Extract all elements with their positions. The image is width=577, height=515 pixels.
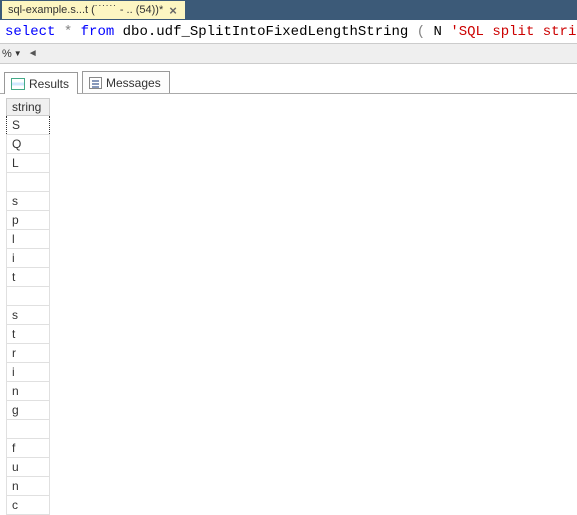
document-tab-bar: sql-example.s...t (˙˙˙˙˙˙ - .. (54))* ×: [0, 0, 577, 20]
table-row[interactable]: t: [7, 268, 50, 287]
cell-value: [7, 173, 50, 192]
table-row[interactable]: [7, 420, 50, 439]
cell-value: t: [7, 268, 50, 287]
tab-messages[interactable]: Messages: [82, 71, 170, 93]
table-row[interactable]: g: [7, 401, 50, 420]
cell-value: i: [7, 363, 50, 382]
close-icon[interactable]: ×: [169, 3, 177, 18]
n-prefix: N: [434, 24, 442, 40]
table-row[interactable]: n: [7, 477, 50, 496]
column-header-string[interactable]: string: [7, 99, 50, 116]
table-row[interactable]: [7, 287, 50, 306]
tab-results-label: Results: [29, 77, 69, 91]
table-row[interactable]: [7, 173, 50, 192]
table-row[interactable]: n: [7, 382, 50, 401]
cell-value: S: [7, 116, 50, 135]
cell-value: s: [7, 306, 50, 325]
document-tab[interactable]: sql-example.s...t (˙˙˙˙˙˙ - .. (54))* ×: [2, 1, 185, 19]
cell-value: t: [7, 325, 50, 344]
table-row[interactable]: L: [7, 154, 50, 173]
results-table: string SQL split string func: [6, 98, 50, 515]
results-grid: string SQL split string func: [0, 94, 577, 515]
result-tabs: Results Messages: [0, 64, 577, 94]
messages-icon: [89, 77, 102, 89]
cell-value: g: [7, 401, 50, 420]
table-row[interactable]: s: [7, 192, 50, 211]
results-icon: [11, 78, 25, 90]
zoom-value: %: [2, 48, 12, 60]
cell-value: Q: [7, 135, 50, 154]
cell-value: [7, 420, 50, 439]
cell-value: f: [7, 439, 50, 458]
document-tab-title: sql-example.s...t (˙˙˙˙˙˙ - .. (54))*: [8, 4, 163, 16]
star-operator: *: [64, 24, 72, 40]
cell-value: r: [7, 344, 50, 363]
table-row[interactable]: l: [7, 230, 50, 249]
open-paren: (: [417, 24, 425, 40]
table-row[interactable]: p: [7, 211, 50, 230]
nav-back-icon[interactable]: ◄: [28, 48, 38, 59]
function-name: dbo.udf_SplitIntoFixedLengthString: [123, 24, 409, 40]
keyword-select: select: [5, 24, 55, 40]
chevron-down-icon: ▼: [14, 49, 22, 58]
table-row[interactable]: r: [7, 344, 50, 363]
keyword-from: from: [81, 24, 115, 40]
table-row[interactable]: c: [7, 496, 50, 515]
zoom-combo[interactable]: % ▼: [2, 48, 26, 60]
cell-value: p: [7, 211, 50, 230]
zoom-toolbar: % ▼ ◄: [0, 44, 577, 64]
cell-value: l: [7, 230, 50, 249]
table-row[interactable]: u: [7, 458, 50, 477]
table-row[interactable]: i: [7, 363, 50, 382]
table-row[interactable]: i: [7, 249, 50, 268]
string-literal: 'SQL split string function': [450, 24, 577, 40]
cell-value: c: [7, 496, 50, 515]
table-row[interactable]: f: [7, 439, 50, 458]
table-row[interactable]: Q: [7, 135, 50, 154]
sql-editor[interactable]: select * from dbo.udf_SplitIntoFixedLeng…: [0, 20, 577, 44]
cell-value: i: [7, 249, 50, 268]
results-area: Results Messages string SQL split string…: [0, 64, 577, 515]
cell-value: [7, 287, 50, 306]
cell-value: u: [7, 458, 50, 477]
tab-results[interactable]: Results: [4, 72, 78, 94]
table-row[interactable]: s: [7, 306, 50, 325]
cell-value: L: [7, 154, 50, 173]
table-row[interactable]: S: [7, 116, 50, 135]
cell-value: n: [7, 477, 50, 496]
tab-messages-label: Messages: [106, 76, 161, 90]
table-row[interactable]: t: [7, 325, 50, 344]
cell-value: n: [7, 382, 50, 401]
cell-value: s: [7, 192, 50, 211]
